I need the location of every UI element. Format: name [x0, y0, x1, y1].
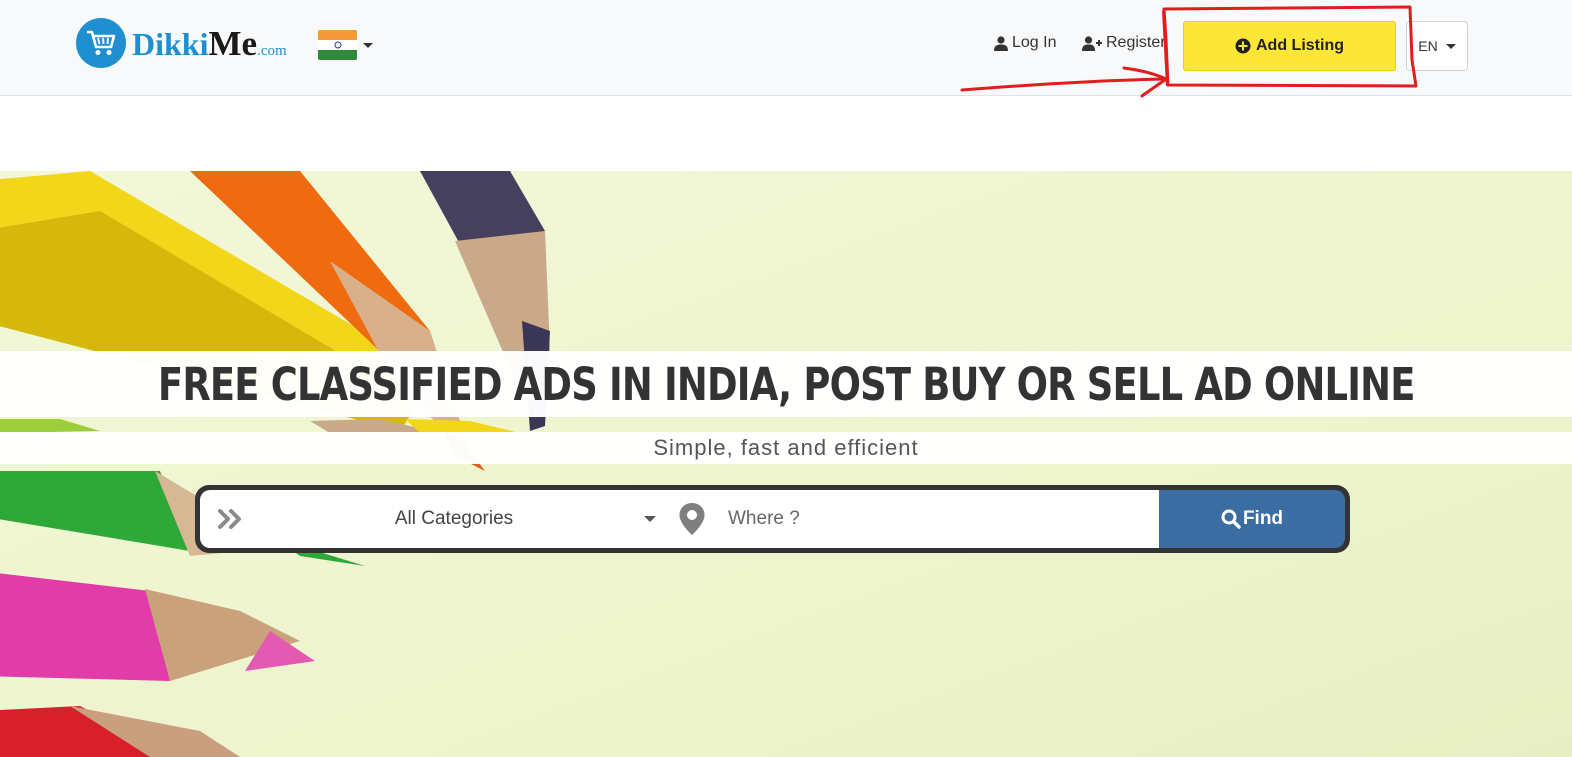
user-icon: [994, 35, 1008, 51]
hero-banner: FREE CLASSIFIED ADS IN INDIA, POST BUY O…: [0, 171, 1572, 757]
chevron-down-icon: [644, 516, 656, 522]
india-flag-icon: [318, 30, 357, 60]
hero-subtitle: Simple, fast and efficient: [653, 435, 919, 460]
add-listing-button[interactable]: Add Listing: [1183, 21, 1396, 71]
site-logo[interactable]: DikkiMe.com: [76, 17, 287, 69]
colored-pencils-image: [0, 171, 550, 757]
category-select[interactable]: All Categories: [244, 490, 664, 548]
search-fields: All Categories: [200, 490, 1159, 548]
find-button[interactable]: Find: [1159, 490, 1345, 548]
login-label: Log In: [1012, 34, 1057, 51]
find-label: Find: [1242, 508, 1284, 529]
plus-circle-icon: [1235, 38, 1251, 54]
search-bar: All Categories Find: [195, 485, 1350, 553]
register-link[interactable]: Register: [1082, 34, 1166, 52]
logo-wordmark: DikkiMe.com: [132, 26, 287, 61]
language-label: EN: [1418, 38, 1438, 54]
category-value: All Categories: [394, 508, 514, 529]
logo-part-me: Me: [208, 23, 258, 63]
double-chevron-right-icon: [218, 509, 241, 529]
logo-part-dikki: Dikki: [132, 25, 209, 62]
hero-subtitle-band: Simple, fast and efficient: [0, 432, 1572, 464]
chevron-down-icon: [1445, 43, 1456, 49]
logo-part-com: .com: [257, 42, 287, 59]
cart-icon: [76, 18, 126, 68]
language-selector[interactable]: EN: [1406, 21, 1468, 71]
login-link[interactable]: Log In: [994, 34, 1056, 52]
chevron-down-icon: [363, 42, 373, 48]
user-plus-icon: [1082, 35, 1102, 51]
search-icon: [1221, 509, 1241, 529]
location-pin-icon: [679, 503, 705, 535]
hero-title: FREE CLASSIFIED ADS IN INDIA, POST BUY O…: [157, 357, 1415, 411]
add-listing-label: Add Listing: [1256, 37, 1344, 54]
country-selector[interactable]: [318, 30, 373, 60]
register-label: Register: [1106, 34, 1166, 51]
hero-title-band: FREE CLASSIFIED ADS IN INDIA, POST BUY O…: [0, 351, 1572, 417]
site-header: DikkiMe.com Log In Register Add Listing …: [0, 0, 1572, 96]
where-input[interactable]: [726, 507, 1159, 531]
